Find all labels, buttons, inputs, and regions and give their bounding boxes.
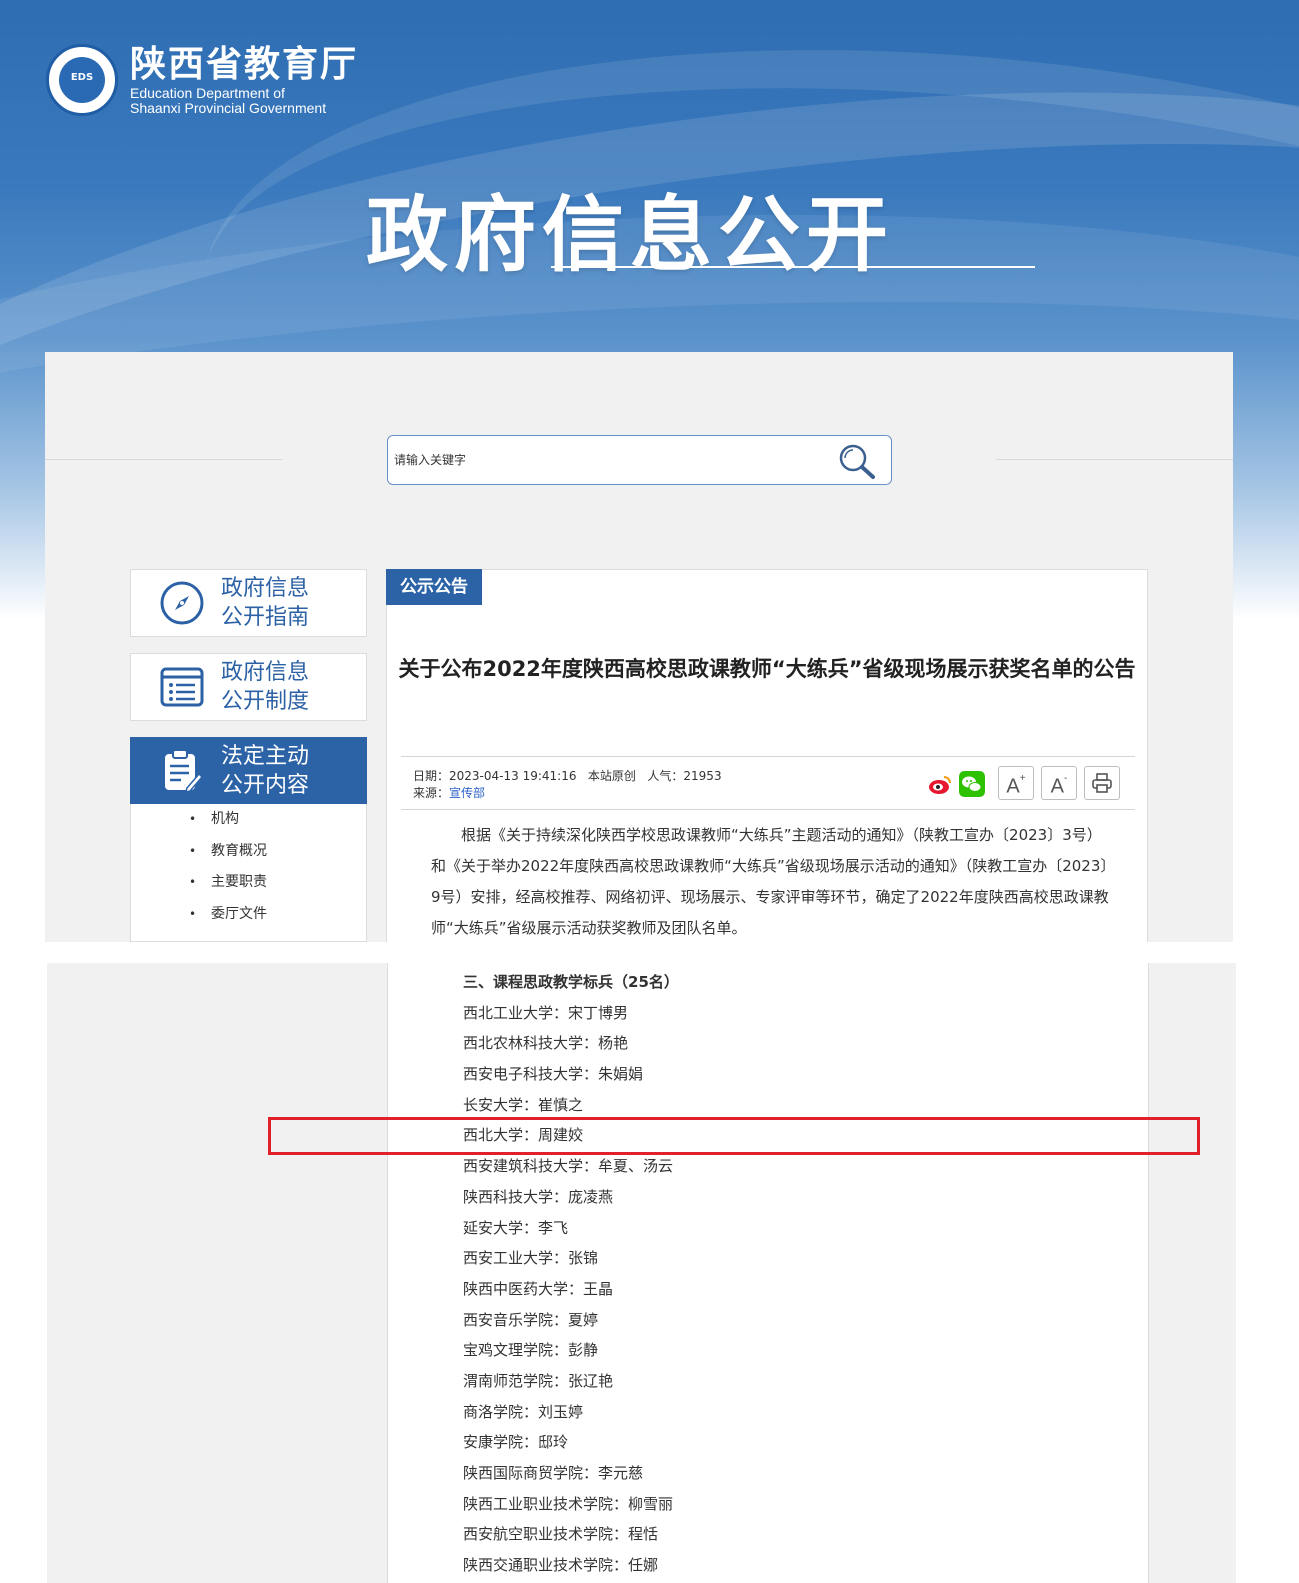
font-decrease-button[interactable]: A- bbox=[1041, 766, 1077, 800]
winner-row: 长安大学：崔慎之 bbox=[463, 1095, 584, 1114]
sidebar-item-documents[interactable]: 委厅文件 bbox=[131, 899, 366, 931]
search-box bbox=[387, 435, 892, 485]
site-logo[interactable]: EDS 陕西省教育厅 Education Department of Shaan… bbox=[46, 44, 358, 116]
emblem-icon: EDS bbox=[46, 44, 118, 116]
winner-row: 陕西交通职业技术学院：任娜 bbox=[463, 1556, 659, 1575]
sidebar-card-system[interactable]: 政府信息公开制度 bbox=[130, 653, 367, 721]
winner-row: 西安航空职业技术学院：程恬 bbox=[463, 1525, 659, 1544]
lower-right-margin bbox=[1149, 963, 1236, 1583]
sidebar-card-guide[interactable]: 政府信息公开指南 bbox=[130, 569, 367, 637]
source-link[interactable]: 宣传部 bbox=[449, 786, 485, 800]
winner-row: 西安电子科技大学：朱娟娟 bbox=[463, 1065, 644, 1084]
print-button[interactable] bbox=[1084, 766, 1120, 800]
category-tag[interactable]: 公示公告 bbox=[386, 569, 482, 605]
font-increase-label: A bbox=[1006, 775, 1020, 798]
sidebar-card-statutory[interactable]: 法定主动公开内容 bbox=[130, 737, 367, 805]
sidebar-item-duties[interactable]: 主要职责 bbox=[131, 867, 366, 899]
article-card: 公示公告 关于公布2022年度陕西高校思政课教师“大练兵”省级现场展示获奖名单的… bbox=[386, 569, 1148, 942]
winner-row: 陕西科技大学：庞凌燕 bbox=[463, 1187, 614, 1206]
clipboard-edit-icon bbox=[165, 749, 204, 794]
banner-underline bbox=[551, 266, 1035, 268]
sidebar-item-institution[interactable]: 机构 bbox=[131, 804, 366, 836]
search-input[interactable] bbox=[388, 436, 808, 484]
highlight-box bbox=[268, 1117, 1200, 1155]
winner-row: 西北农林科技大学：杨艳 bbox=[463, 1034, 629, 1053]
divider bbox=[996, 459, 1233, 460]
logo-abbr: EDS bbox=[70, 72, 94, 83]
weibo-icon[interactable] bbox=[927, 771, 953, 797]
org-name-en-2: Shaanxi Provincial Government bbox=[130, 100, 327, 116]
org-name-cn: 陕西省教育厅 bbox=[130, 44, 359, 85]
winner-row: 渭南师范学院：张辽艳 bbox=[463, 1371, 614, 1390]
meta-line-2: 来源：宣传部 bbox=[413, 784, 485, 801]
sidebar-card-label: 政府信息公开制度 bbox=[221, 660, 310, 714]
views-label: 人气： bbox=[647, 769, 684, 783]
divider bbox=[45, 459, 282, 460]
search-icon[interactable] bbox=[837, 442, 877, 480]
lower-left-margin bbox=[47, 963, 387, 1583]
font-decrease-label: A bbox=[1050, 775, 1064, 798]
winner-row: 陕西工业职业技术学院：柳雪丽 bbox=[463, 1494, 674, 1513]
sidebar-submenu: 机构 教育概况 主要职责 委厅文件 bbox=[130, 804, 367, 942]
view-count: 21953 bbox=[683, 769, 722, 783]
print-icon bbox=[1092, 773, 1112, 793]
section-title: 三、课程思政教学标兵（25名） bbox=[463, 973, 679, 991]
article-title: 关于公布2022年度陕西高校思政课教师“大练兵”省级现场展示获奖名单的公告 bbox=[398, 657, 1136, 681]
article-meta: 日期：2023-04-13 19:41:16 本站原创 人气：21953 来源：… bbox=[401, 756, 1135, 810]
source-label: 来源： bbox=[413, 786, 450, 800]
font-increase-button[interactable]: A+ bbox=[998, 766, 1034, 800]
winner-row: 商洛学院：刘玉婷 bbox=[463, 1402, 584, 1421]
org-name-en-1: Education Department of bbox=[130, 85, 285, 101]
main-panel: 政府信息公开指南 政府信息公开制度 法定主动公开内容 机构 教育概况 主要职责 … bbox=[45, 352, 1233, 942]
winner-row: 西安建筑科技大学：牟夏、汤云 bbox=[463, 1157, 674, 1176]
banner-title: 政府信息公开 bbox=[365, 188, 894, 283]
sidebar-card-label: 法定主动公开内容 bbox=[221, 744, 310, 798]
meta-line-1: 日期：2023-04-13 19:41:16 本站原创 人气：21953 bbox=[413, 767, 722, 784]
origin-label: 本站原创 bbox=[587, 769, 636, 783]
date-label: 日期： bbox=[413, 769, 450, 783]
list-icon bbox=[160, 667, 204, 707]
publish-date: 2023-04-13 19:41:16 bbox=[449, 769, 577, 783]
winners-list: 三、课程思政教学标兵（25名） 西北工业大学：宋丁博男 西北农林科技大学：杨艳 西安… bbox=[463, 967, 679, 1581]
sidebar-item-overview[interactable]: 教育概况 bbox=[131, 836, 366, 868]
wechat-icon[interactable] bbox=[959, 771, 985, 797]
sidebar-card-label: 政府信息公开指南 bbox=[221, 576, 310, 630]
winner-row: 西安工业大学：张锦 bbox=[463, 1249, 599, 1268]
article-intro: 根据《关于持续深化陕西学校思政课教师“大练兵”主题活动的通知》（陕教工宣办〔20… bbox=[431, 826, 1109, 937]
winner-row: 西北工业大学：宋丁博男 bbox=[463, 1003, 629, 1022]
winner-row: 安康学院：邸玲 bbox=[463, 1433, 569, 1452]
winner-row: 西安音乐学院：夏婷 bbox=[463, 1310, 599, 1329]
winner-row: 宝鸡文理学院：彭静 bbox=[463, 1341, 599, 1360]
winner-row: 延安大学：李飞 bbox=[463, 1218, 569, 1237]
winners-section: 三、课程思政教学标兵（25名） 西北工业大学：宋丁博男 西北农林科技大学：杨艳 西安… bbox=[387, 963, 1149, 1583]
compass-icon bbox=[160, 581, 204, 625]
winner-row: 陕西中医药大学：王晶 bbox=[463, 1279, 614, 1298]
winner-row: 陕西国际商贸学院：李元慈 bbox=[463, 1464, 644, 1482]
